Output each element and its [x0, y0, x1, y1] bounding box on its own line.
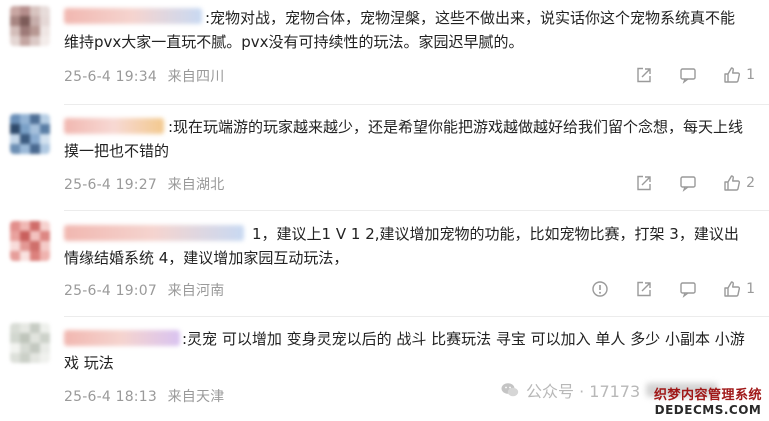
comment-meta: 25-6-4 19:34 来自四川	[64, 66, 224, 86]
thumbs-up-icon[interactable]	[723, 280, 741, 298]
share-icon[interactable]	[635, 280, 653, 298]
comment-location: 来自湖北	[167, 177, 225, 193]
comment-text: :现在玩端游的玩家越来越少，还是希望你能把游戏越做越好给我们留个念想，每天上线摸…	[64, 115, 749, 163]
comment-actions: 1	[565, 280, 755, 298]
comment-text: :灵宠 可以增加 变身灵宠以后的 战斗 比赛玩法 寻宝 可以加入 单人 多少 小…	[64, 327, 749, 375]
comment-date: 25-6-4 19:27	[64, 177, 157, 193]
comment-location: 来自河南	[167, 283, 225, 299]
comment-date: 25-6-4 18:13	[64, 389, 157, 405]
watermark-label: 公众号 · 17173	[526, 382, 641, 401]
comment-meta: 25-6-4 18:13 来自天津	[64, 386, 224, 406]
like-count: 1	[746, 281, 755, 297]
like-count: 2	[746, 175, 755, 191]
comment-actions: 2	[609, 174, 755, 192]
avatar[interactable]	[10, 114, 50, 154]
share-icon[interactable]	[635, 66, 653, 84]
comment-item: 1，建议上1 V 1 2,建议增加宠物的功能，比如宠物比赛，打架 3，建议出情缘…	[0, 211, 769, 317]
comment-body: :灵宠 可以增加 变身灵宠以后的 战斗 比赛玩法 寻宝 可以加入 单人 多少 小…	[64, 330, 745, 372]
share-icon[interactable]	[635, 174, 653, 192]
comment-body: :宠物对战，宠物合体，宠物涅槃，这些不做出来，说实话你这个宠物系统真不能维持pv…	[64, 9, 736, 51]
comment-text: :宠物对战，宠物合体，宠物涅槃，这些不做出来，说实话你这个宠物系统真不能维持pv…	[64, 6, 749, 54]
corner-stamp: 织梦内容管理系统 DEDECMS.COM	[653, 388, 763, 418]
stamp-line-1: 织梦内容管理系统	[653, 388, 762, 403]
avatar[interactable]	[10, 6, 50, 46]
comment-body: :现在玩端游的玩家越来越少，还是希望你能把游戏越做越好给我们留个念想，每天上线摸…	[64, 118, 744, 160]
comment-body: 1，建议上1 V 1 2,建议增加宠物的功能，比如宠物比赛，打架 3，建议出情缘…	[64, 225, 739, 267]
comment-date: 25-6-4 19:34	[64, 69, 157, 85]
comment-date: 25-6-4 19:07	[64, 283, 157, 299]
thumbs-up-icon[interactable]	[723, 174, 741, 192]
comment-icon[interactable]	[679, 66, 697, 84]
comment-meta: 25-6-4 19:27 来自湖北	[64, 174, 224, 194]
comment-text: 1，建议上1 V 1 2,建议增加宠物的功能，比如宠物比赛，打架 3，建议出情缘…	[64, 222, 749, 270]
comment-icon[interactable]	[679, 280, 697, 298]
report-icon[interactable]	[591, 280, 609, 298]
wechat-icon	[500, 380, 520, 400]
thumbs-up-icon[interactable]	[723, 66, 741, 84]
comment-actions: 1	[609, 66, 755, 84]
like-count: 1	[746, 67, 755, 83]
comment-location: 来自天津	[167, 389, 225, 405]
comment-item: :现在玩端游的玩家越来越少，还是希望你能把游戏越做越好给我们留个念想，每天上线摸…	[0, 105, 769, 211]
comment-meta: 25-6-4 19:07 来自河南	[64, 280, 224, 300]
avatar[interactable]	[10, 221, 50, 261]
avatar[interactable]	[10, 323, 50, 363]
stamp-line-2: DEDECMS.COM	[654, 403, 762, 417]
comment-location: 来自四川	[167, 69, 225, 85]
comment-icon[interactable]	[679, 174, 697, 192]
comment-item: :宠物对战，宠物合体，宠物涅槃，这些不做出来，说实话你这个宠物系统真不能维持pv…	[0, 0, 769, 105]
